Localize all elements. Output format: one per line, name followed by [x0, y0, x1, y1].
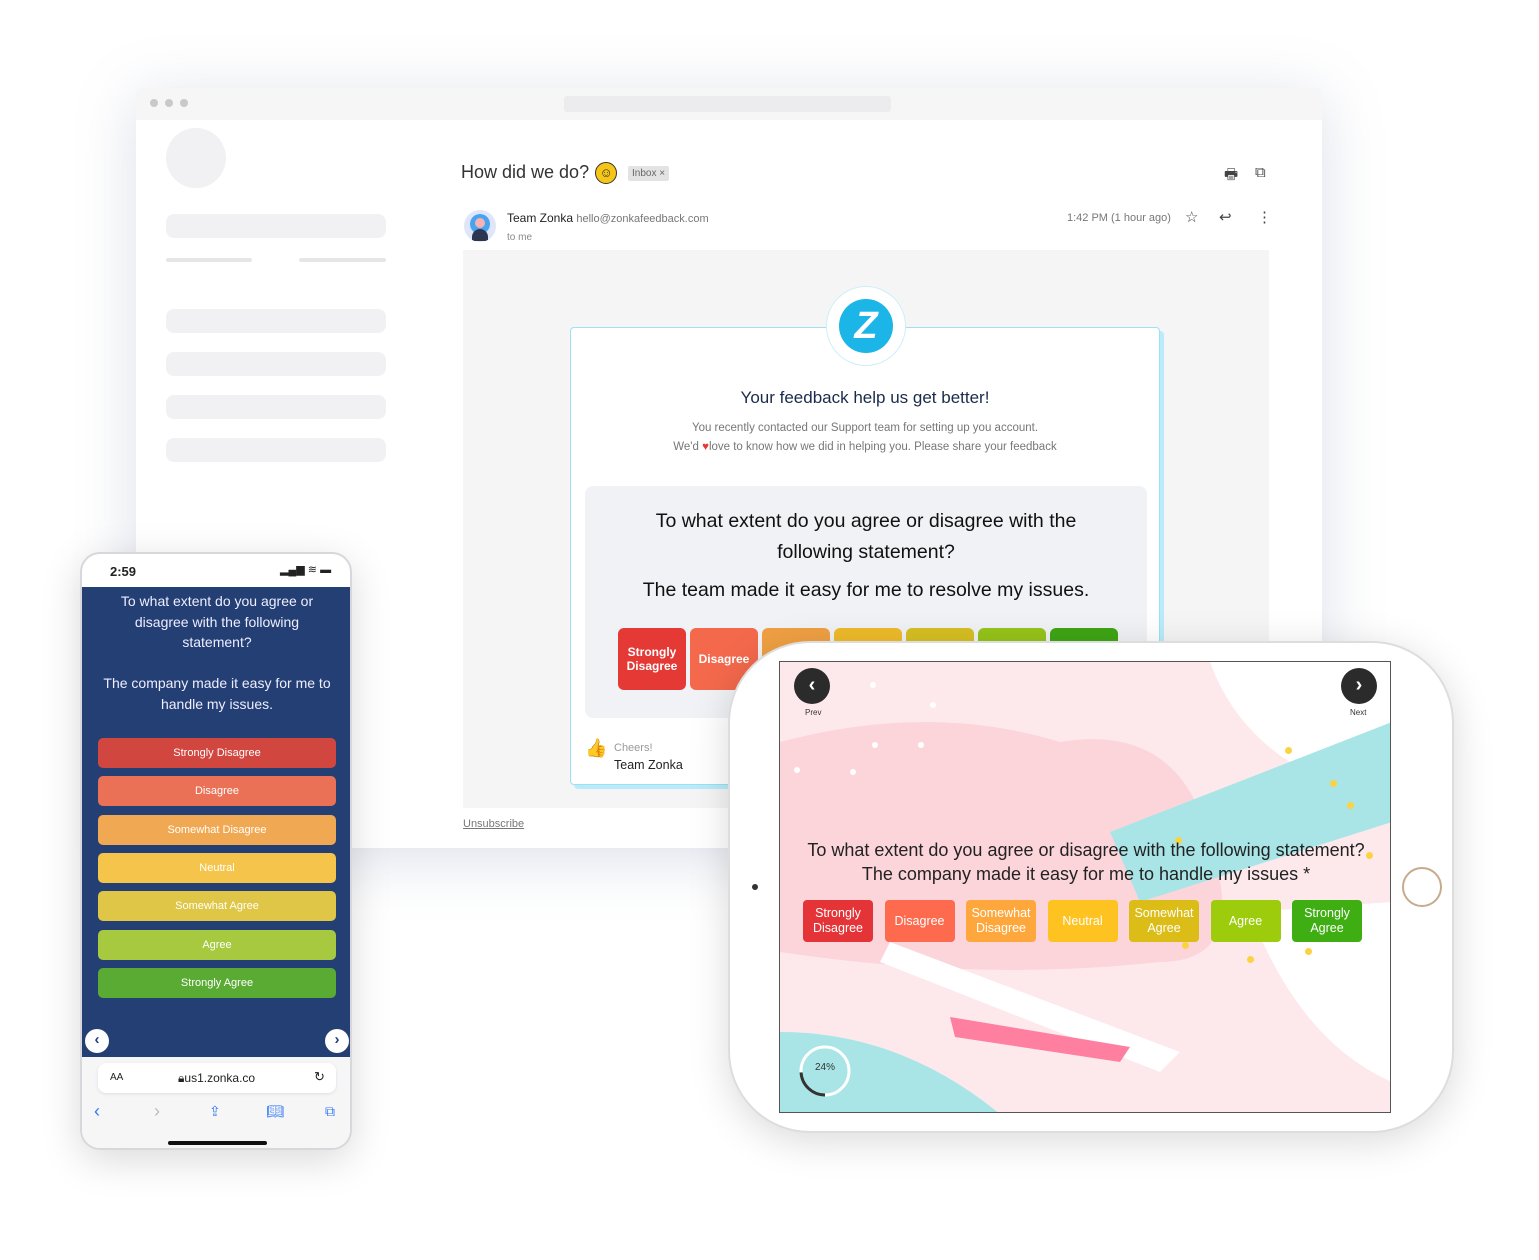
phone-option-button[interactable]: Agree [98, 929, 336, 960]
signoff: Cheers! [614, 742, 653, 754]
status-time: 2:59 [110, 564, 137, 579]
tablet-device: ‹ Prev › Next To what extent do you agre… [728, 641, 1454, 1133]
tablet-option-button[interactable]: Strongly Agree [1292, 900, 1362, 942]
phone-survey-screen: To what extent do you agree or disagree … [82, 587, 350, 1057]
window-dot [180, 99, 188, 107]
email-subject: How did we do? ☺ [461, 162, 618, 185]
prev-label: Prev [805, 708, 822, 717]
background-art [780, 662, 1390, 1112]
tablet-option-button[interactable]: Agree [1210, 900, 1281, 942]
statement-text: The team made it easy for me to resolve … [642, 579, 1090, 601]
sender-avatar [464, 210, 496, 242]
open-new-window-icon[interactable]: ⧉ [1255, 164, 1266, 181]
signature: Team Zonka [614, 758, 683, 772]
unsubscribe-link[interactable]: Unsubscribe [463, 818, 524, 830]
inbox-label[interactable]: Inbox × [628, 166, 670, 181]
folder-placeholder[interactable] [166, 309, 386, 333]
email-time: 1:42 PM (1 hour ago) [1067, 212, 1171, 224]
folder-placeholder[interactable] [166, 395, 386, 419]
bookmarks-icon[interactable]: 📖︎ [266, 1103, 284, 1120]
subject-text: How did we do? [461, 162, 590, 182]
address-bar[interactable] [564, 96, 891, 112]
smile-emoji-icon: ☺ [595, 162, 618, 185]
intro-text: You recently contacted our Support team … [691, 422, 1039, 434]
next-button[interactable]: › [1341, 668, 1377, 704]
card-heading: Your feedback help us get better! [740, 388, 990, 407]
camera-dot [752, 884, 758, 890]
question-text: To what extent do you agree or disagree … [807, 840, 1365, 884]
wifi-icon: ≋ [307, 564, 317, 576]
statement-text: The company made it easy for me to handl… [103, 675, 331, 712]
phone-option-button[interactable]: Disagree [98, 776, 336, 807]
forward-icon[interactable]: › [154, 1101, 160, 1122]
phone-option-button[interactable]: Neutral [98, 852, 336, 883]
compose-placeholder [166, 214, 386, 238]
placeholder-line [166, 258, 252, 262]
tablet-option-button[interactable]: Neutral [1047, 900, 1118, 942]
recipient: to me [507, 232, 533, 243]
prev-button[interactable]: ‹ [794, 668, 830, 704]
next-button[interactable]: › [325, 1029, 349, 1053]
next-label: Next [1350, 708, 1367, 717]
signal-icon: ▂▄▆ [280, 564, 305, 576]
placeholder-line [299, 258, 386, 262]
progress-label: 24% [814, 1062, 835, 1073]
print-icon[interactable]: 🖶 [1224, 164, 1238, 189]
safari-toolbar: AA 🔒︎us1.zonka.co ↻ ‹ › ⇪ 📖︎ ⧉ [82, 1057, 350, 1148]
zonka-logo: Z [826, 286, 906, 366]
heart-icon: ♥ [702, 441, 709, 453]
status-icons: ▂▄▆ ≋ ▬ [280, 563, 331, 576]
prev-button[interactable]: ‹ [85, 1029, 109, 1053]
title-bar [136, 88, 1322, 120]
url: 🔒︎us1.zonka.co [178, 1071, 256, 1085]
reload-icon[interactable]: ↻ [314, 1069, 325, 1085]
window-dot [165, 99, 173, 107]
tablet-option-button[interactable]: Somewhat Disagree [966, 900, 1036, 942]
window-dot [150, 99, 158, 107]
sender: Team Zonka hello@zonkafeedback.com [507, 211, 709, 225]
more-vertical-icon[interactable]: ⋮ [1257, 208, 1272, 226]
reply-icon[interactable]: ↩ [1219, 208, 1232, 226]
star-icon[interactable]: ☆ [1185, 208, 1198, 226]
tablet-option-button[interactable]: Strongly Disagree [803, 900, 873, 942]
phone-option-button[interactable]: Strongly Agree [98, 967, 336, 998]
thumbs-up-icon: 👍 [585, 738, 608, 758]
share-icon[interactable]: ⇪ [209, 1103, 221, 1120]
text-size-button[interactable]: AA [110, 1072, 123, 1083]
phone-option-button[interactable]: Strongly Disagree [98, 738, 336, 768]
question-text: To what extent do you agree or disagree … [655, 510, 1077, 563]
home-button[interactable] [1402, 867, 1442, 907]
email-option-button[interactable]: Strongly Disagree [618, 628, 686, 690]
phone-option-button[interactable]: Somewhat Agree [98, 891, 336, 922]
home-indicator [168, 1141, 267, 1145]
phone-device: 2:59 ▂▄▆ ≋ ▬ To what extent do you agree… [80, 552, 352, 1150]
tablet-option-button[interactable]: Somewhat Agree [1129, 900, 1199, 942]
url-bar[interactable]: AA 🔒︎us1.zonka.co ↻ [98, 1063, 336, 1093]
sender-email: hello@zonkafeedback.com [576, 213, 709, 225]
intro-text-2: We'd ♥love to know how we did in helping… [673, 441, 1057, 453]
folder-placeholder[interactable] [166, 352, 386, 376]
phone-option-button[interactable]: Somewhat Disagree [98, 814, 336, 845]
tablet-survey-screen: ‹ Prev › Next To what extent do you agre… [779, 661, 1391, 1113]
avatar-placeholder [166, 128, 226, 188]
question-text: To what extent do you agree or disagree … [120, 593, 314, 650]
back-icon[interactable]: ‹ [94, 1101, 100, 1122]
battery-icon: ▬ [320, 564, 332, 576]
tablet-option-button[interactable]: Disagree [884, 900, 955, 942]
tabs-icon[interactable]: ⧉ [325, 1103, 335, 1120]
sender-name: Team Zonka [507, 211, 574, 225]
folder-placeholder[interactable] [166, 438, 386, 462]
